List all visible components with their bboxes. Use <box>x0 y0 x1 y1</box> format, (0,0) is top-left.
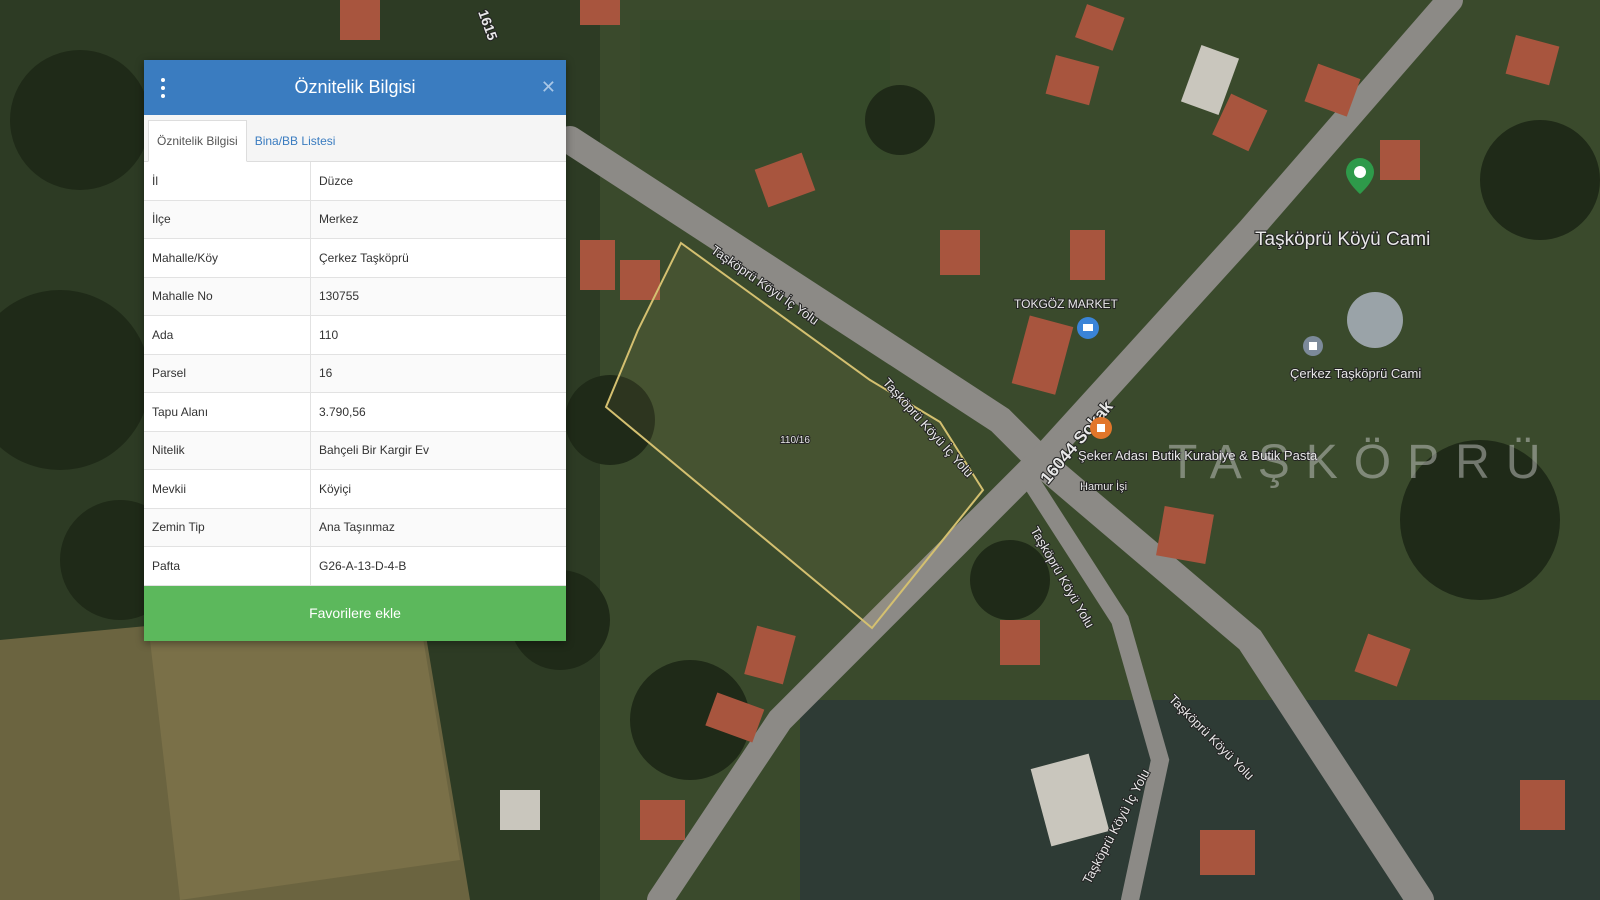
row-key: Mevkii <box>144 469 311 509</box>
row-value: Merkez <box>310 200 566 239</box>
row-key: Pafta <box>144 546 311 586</box>
row-key: Zemin Tip <box>144 508 311 547</box>
table-row: Mahalle No 130755 <box>144 277 566 316</box>
row-key: Ada <box>144 315 311 355</box>
table-row: Ada 110 <box>144 315 566 355</box>
row-value: 110 <box>310 315 566 355</box>
shop-pin-icon[interactable] <box>1090 417 1112 439</box>
row-value: Ana Taşınmaz <box>310 508 566 547</box>
table-row: Nitelik Bahçeli Bir Kargir Ev <box>144 431 566 470</box>
mosque-2-pin-icon[interactable] <box>1303 336 1323 356</box>
add-to-favorites-button[interactable]: Favorilere ekle <box>144 585 566 641</box>
attribute-panel: Öznitelik Bilgisi ✕ Öznitelik Bilgisi Bi… <box>144 60 566 641</box>
panel-tabs: Öznitelik Bilgisi Bina/BB Listesi <box>144 115 566 162</box>
village-label: TAŞKÖPRÜ <box>1168 436 1556 489</box>
row-key: İlçe <box>144 200 311 239</box>
tab-building-list[interactable]: Bina/BB Listesi <box>247 121 344 161</box>
tab-attribute-info[interactable]: Öznitelik Bilgisi <box>148 120 247 162</box>
mosque-label: Taşköprü Köyü Cami <box>1255 229 1430 250</box>
market-label: TOKGÖZ MARKET <box>1014 297 1118 311</box>
panel-header: Öznitelik Bilgisi ✕ <box>144 60 566 115</box>
table-row: İl Düzce <box>144 162 566 201</box>
table-row: İlçe Merkez <box>144 200 566 239</box>
table-row: Zemin Tip Ana Taşınmaz <box>144 508 566 547</box>
market-pin-icon[interactable] <box>1077 317 1099 339</box>
parcel-label: 110/16 <box>780 435 810 446</box>
row-value: Köyiçi <box>310 469 566 509</box>
table-row: Parsel 16 <box>144 354 566 393</box>
table-row: Pafta G26-A-13-D-4-B <box>144 546 566 586</box>
table-row: Mahalle/Köy Çerkez Taşköprü <box>144 238 566 278</box>
close-icon[interactable]: ✕ <box>541 75 556 99</box>
row-value: 16 <box>310 354 566 393</box>
panel-title: Öznitelik Bilgisi <box>294 77 416 97</box>
row-value: 130755 <box>310 277 566 316</box>
row-key: Parsel <box>144 354 311 393</box>
row-key: Nitelik <box>144 431 311 470</box>
menu-icon[interactable] <box>160 78 166 98</box>
table-row: Tapu Alanı 3.790,56 <box>144 392 566 432</box>
row-value: Bahçeli Bir Kargir Ev <box>310 431 566 470</box>
row-key: Tapu Alanı <box>144 392 311 432</box>
shop-sub-label: Hamur İşi <box>1080 480 1127 493</box>
attribute-table: İl Düzce İlçe Merkez Mahalle/Köy Çerkez Taş… <box>144 162 566 586</box>
row-value: 3.790,56 <box>310 392 566 432</box>
row-value: Düzce <box>310 162 566 201</box>
row-key: Mahalle No <box>144 277 311 316</box>
row-key: İl <box>144 162 311 201</box>
table-row: Mevkii Köyiçi <box>144 469 566 509</box>
mosque-2-label: Çerkez Taşköprü Cami <box>1290 366 1421 381</box>
row-key: Mahalle/Köy <box>144 238 311 278</box>
row-value: Çerkez Taşköprü <box>310 238 566 278</box>
row-value: G26-A-13-D-4-B <box>310 546 566 586</box>
